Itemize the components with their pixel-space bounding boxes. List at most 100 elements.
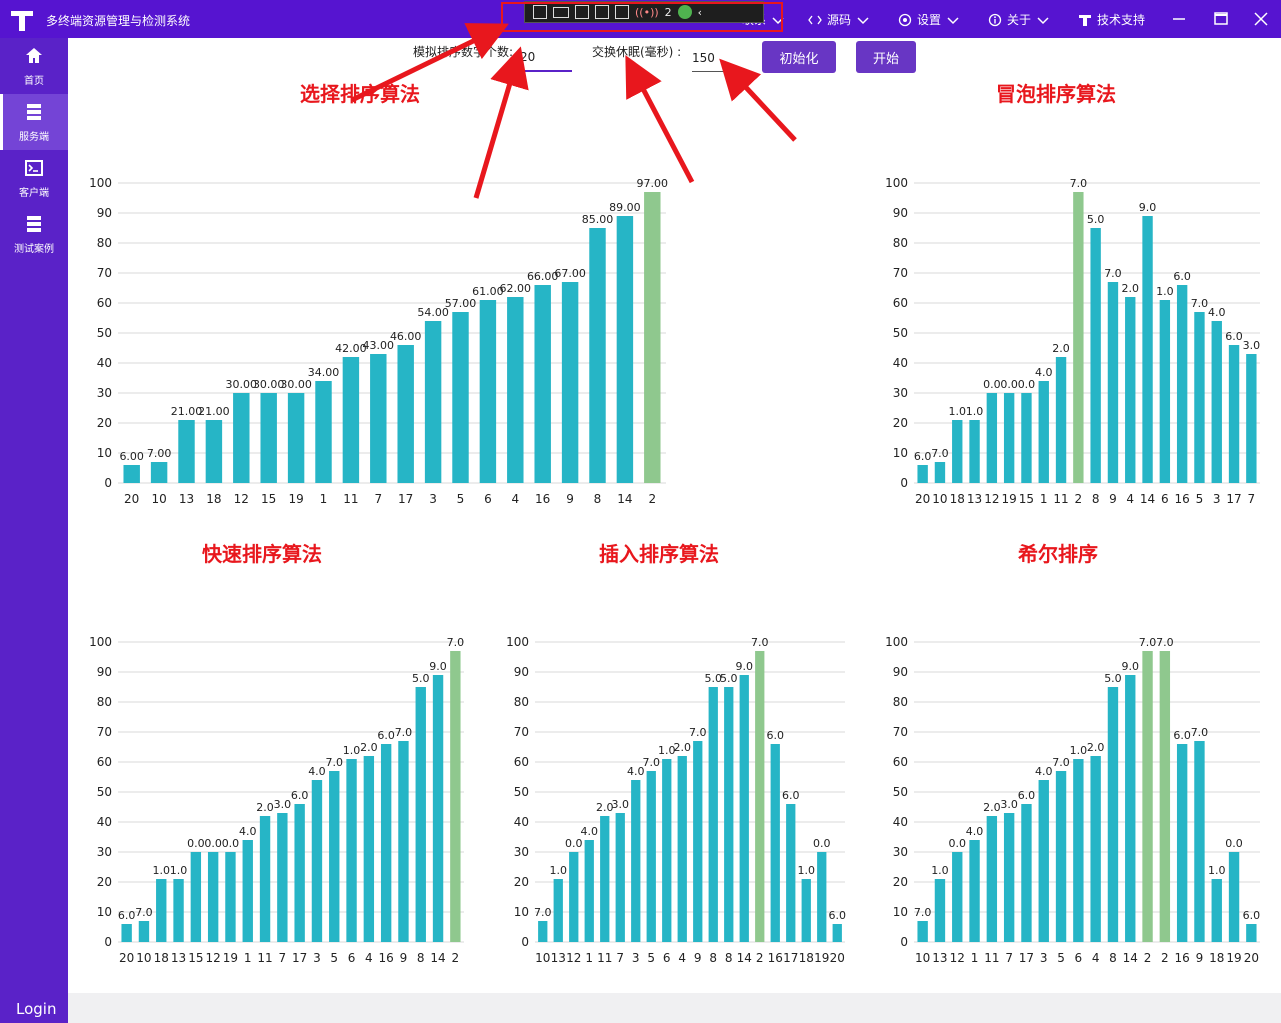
x-tick-label: 11 — [984, 951, 999, 965]
x-tick-label: 13 — [179, 492, 194, 506]
y-tick-label: 40 — [97, 815, 112, 829]
start-button[interactable]: 开始 — [856, 41, 916, 73]
bar — [934, 462, 946, 483]
minimize-icon[interactable] — [1168, 8, 1190, 30]
bar — [138, 921, 150, 942]
sleep-label: 交换休眠(毫秒) : — [592, 45, 682, 59]
sidebar-item-home[interactable]: 首页 — [0, 38, 68, 94]
shell-sort-chart: 01020304050607080901007.0101.0130.0124.0… — [885, 635, 1260, 965]
sidebar-item-test-cases[interactable]: 测试案例 — [0, 206, 68, 262]
bar — [1055, 771, 1067, 942]
login-link[interactable]: Login — [16, 1000, 56, 1018]
x-tick-label: 10 — [932, 492, 947, 506]
x-tick-label: 9 — [1196, 951, 1204, 965]
bar — [479, 300, 497, 483]
y-tick-label: 50 — [97, 326, 112, 340]
x-tick-label: 15 — [1019, 492, 1034, 506]
menu-settings[interactable]: 设置 — [898, 11, 960, 28]
bar-value-label: 67.00 — [554, 267, 586, 280]
y-tick-label: 20 — [893, 416, 908, 430]
bar-value-label: 6.00 — [119, 450, 144, 463]
bar — [1228, 852, 1240, 942]
bar-value-label: 2.0 — [674, 741, 692, 754]
bar — [1055, 357, 1067, 483]
bar — [178, 420, 195, 483]
x-tick-label: 5 — [1196, 492, 1204, 506]
count-input[interactable] — [520, 44, 572, 72]
bar-value-label: 4.0 — [239, 825, 257, 838]
y-tick-label: 60 — [97, 296, 112, 310]
bar — [311, 780, 323, 942]
bar — [1194, 312, 1205, 483]
x-tick-label: 10 — [151, 492, 166, 506]
x-tick-label: 3 — [632, 951, 640, 965]
bar — [342, 357, 360, 483]
x-tick-label: 5 — [330, 951, 338, 965]
bar — [259, 816, 271, 942]
bar-value-label: 1.0 — [1156, 285, 1174, 298]
bar — [190, 852, 202, 942]
maximize-icon[interactable] — [1210, 8, 1232, 30]
bar — [616, 216, 634, 483]
menu-source[interactable]: 源码 — [808, 11, 870, 28]
x-tick-label: 13 — [932, 951, 947, 965]
y-tick-label: 60 — [97, 755, 112, 769]
bar-value-label: 7.0 — [643, 756, 661, 769]
count-label: 模拟排序数字个数: — [413, 45, 514, 59]
y-tick-label: 0 — [900, 935, 908, 949]
x-tick-label: 6 — [1161, 492, 1169, 506]
x-tick-label: 14 — [737, 951, 752, 965]
bar-value-label: 6.0 — [1225, 330, 1243, 343]
bar — [644, 192, 661, 483]
y-tick-label: 90 — [97, 665, 112, 679]
close-icon[interactable] — [1250, 8, 1272, 30]
bar-value-label: 0.0 — [204, 837, 222, 850]
bar-value-label: 30.00 — [280, 378, 312, 391]
x-tick-label: 17 — [398, 492, 413, 506]
bar-value-label: 7.0 — [1104, 267, 1122, 280]
bar-value-label: 9.0 — [736, 660, 754, 673]
x-tick-label: 15 — [261, 492, 276, 506]
bar — [397, 345, 414, 483]
bar — [233, 393, 250, 483]
bar — [173, 879, 184, 942]
bar — [534, 285, 551, 483]
y-tick-label: 50 — [97, 785, 112, 799]
bar-value-label: 6.0 — [914, 450, 932, 463]
app-logo-icon — [11, 11, 33, 31]
bar-value-label: 0.0 — [1000, 378, 1018, 391]
bar-value-label: 9.0 — [429, 660, 447, 673]
bar — [969, 840, 980, 942]
x-tick-label: 3 — [1213, 492, 1221, 506]
menu-tech-support[interactable]: 技术支持 — [1078, 11, 1145, 28]
y-tick-label: 30 — [893, 845, 908, 859]
x-tick-label: 2 — [648, 492, 656, 506]
x-tick-label: 7 — [374, 492, 382, 506]
quick-sort-chart: 01020304050607080901006.0207.0101.0181.0… — [89, 635, 464, 965]
bar-value-label: 7.0 — [914, 906, 932, 919]
y-tick-label: 60 — [893, 755, 908, 769]
sidebar-item-client[interactable]: 客户端 — [0, 150, 68, 206]
x-tick-label: 8 — [1092, 492, 1100, 506]
x-tick-label: 7 — [279, 951, 287, 965]
y-tick-label: 100 — [506, 635, 529, 649]
sidebar-item-server[interactable]: 服务端 — [0, 94, 68, 150]
x-tick-label: 5 — [1057, 951, 1065, 965]
bar-value-label: 4.0 — [308, 765, 326, 778]
bar — [569, 852, 579, 942]
bar-value-label: 0.0 — [983, 378, 1001, 391]
bar — [739, 675, 749, 942]
bar — [538, 921, 548, 942]
bar-value-label: 6.0 — [118, 909, 135, 922]
bar-value-label: 0.0 — [187, 837, 205, 850]
chevron-down-icon — [857, 16, 869, 24]
x-tick-label: 19 — [1226, 951, 1241, 965]
bar — [553, 879, 563, 942]
x-tick-label: 20 — [915, 492, 930, 506]
x-tick-label: 1 — [585, 951, 593, 965]
bar — [242, 840, 253, 942]
x-tick-label: 16 — [379, 951, 394, 965]
init-button[interactable]: 初始化 — [762, 41, 836, 73]
sleep-input[interactable] — [692, 44, 742, 72]
menu-about[interactable]: 关于 — [988, 11, 1050, 28]
